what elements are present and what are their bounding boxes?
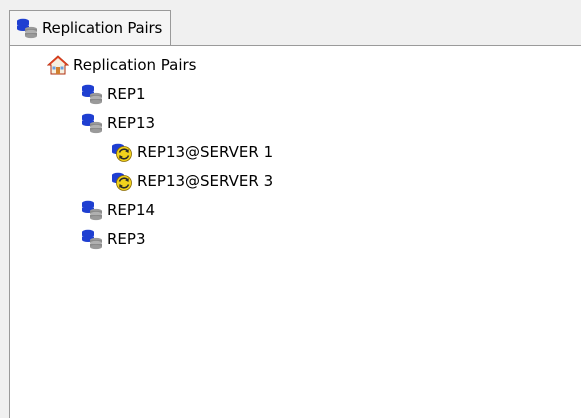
database-stack-icon bbox=[81, 83, 103, 105]
tab-label: Replication Pairs bbox=[42, 19, 163, 37]
tree-item-rep14[interactable]: REP14 bbox=[81, 197, 155, 223]
home-icon bbox=[47, 54, 69, 76]
tree-item-label: REP13@SERVER 3 bbox=[137, 172, 274, 190]
tree-item-label: REP13@SERVER 1 bbox=[137, 143, 274, 161]
tree-panel: Replication Pairs REP1 REP13 REP13@SERVE… bbox=[9, 45, 581, 418]
database-stack-icon bbox=[16, 17, 38, 39]
tab-strip: Replication Pairs bbox=[0, 0, 581, 46]
replication-server-icon bbox=[111, 141, 133, 163]
database-stack-icon bbox=[81, 228, 103, 250]
tree-item-label: REP13 bbox=[107, 114, 156, 132]
tree-item-rep13[interactable]: REP13 bbox=[81, 110, 155, 136]
database-stack-icon bbox=[81, 199, 103, 221]
database-stack-icon bbox=[81, 112, 103, 134]
tree-item-label: REP14 bbox=[107, 201, 156, 219]
tree-item-label: REP3 bbox=[107, 230, 146, 248]
tree-item-rep1[interactable]: REP1 bbox=[81, 81, 146, 107]
tree-root-label: Replication Pairs bbox=[73, 56, 197, 74]
replication-server-icon bbox=[111, 170, 133, 192]
tree-item-label: REP1 bbox=[107, 85, 146, 103]
tab-replication-pairs[interactable]: Replication Pairs bbox=[9, 10, 172, 45]
tree-root-replication-pairs[interactable]: Replication Pairs bbox=[47, 52, 197, 78]
tree-item-rep13-server3[interactable]: REP13@SERVER 3 bbox=[111, 168, 273, 194]
replication-window: Replication Pairs Replication Pairs REP1… bbox=[0, 0, 581, 418]
tree-item-rep3[interactable]: REP3 bbox=[81, 226, 146, 252]
tree-item-rep13-server1[interactable]: REP13@SERVER 1 bbox=[111, 139, 273, 165]
